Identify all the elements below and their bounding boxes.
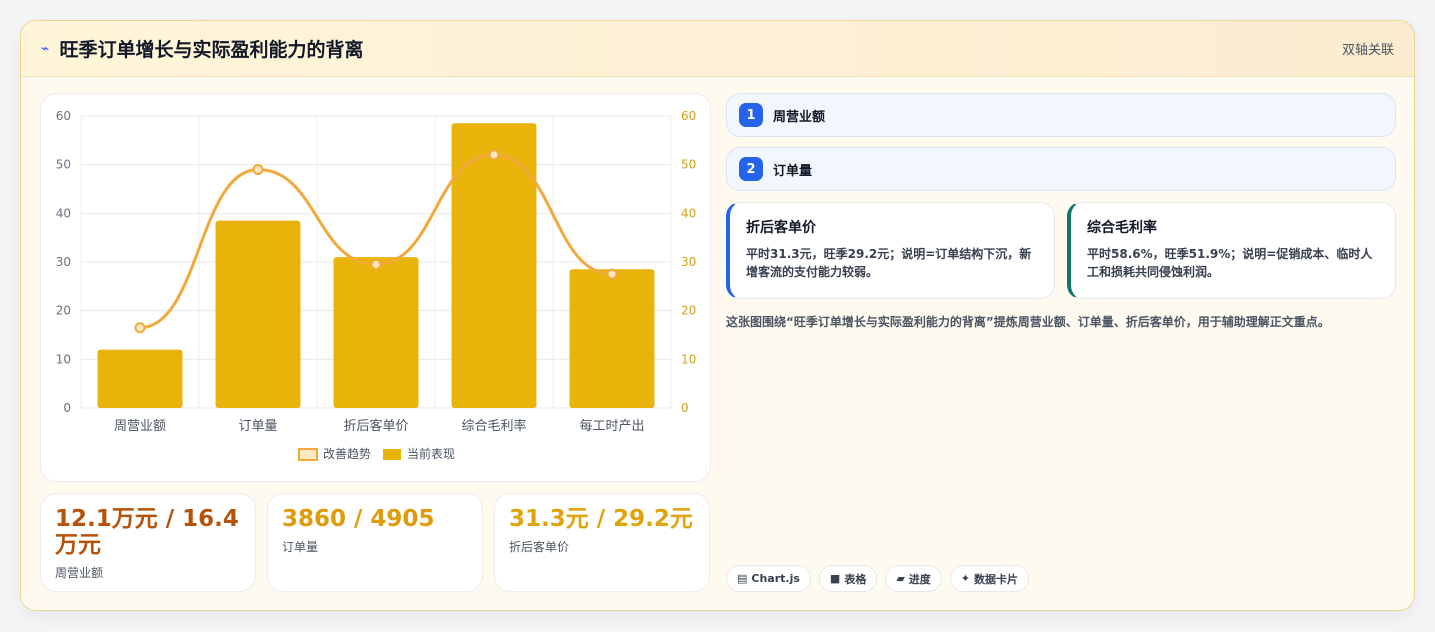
trend-point xyxy=(488,149,500,161)
stat-card-price: 31.3元 / 29.2元 折后客单价 xyxy=(494,493,710,592)
tag-chartjs[interactable]: ▤ Chart.js xyxy=(726,565,811,592)
legend-swatch-bar xyxy=(383,449,401,460)
table-icon: ■ xyxy=(829,572,841,585)
tag-label: 进度 xyxy=(908,572,931,586)
chart-note: 这张图围绕“旺季订单增长与实际盈利能力的背离”提炼周营业额、订单量、折后客单价，… xyxy=(726,315,1330,329)
tag-label: 数据卡片 xyxy=(974,572,1019,586)
detail-card-price: 折后客单价 平时31.3元，旺季29.2元；说明=订单结构下沉，新增客流的支付能… xyxy=(726,202,1055,299)
tag-label: Chart.js xyxy=(751,572,800,585)
chart-panel: 0 10 20 30 40 50 60 0 10 20 30 40 50 60 周营业额 订单量 折后客单价 综合… xyxy=(40,93,711,482)
y2-tick-label: 40 xyxy=(681,206,696,220)
legend-swatch-line xyxy=(298,448,318,461)
x-tick-label: 每工时产出 xyxy=(579,418,644,434)
detail-text: 平时58.6%，旺季51.9%；说明=促销成本、临时人工和损耗共同侵蚀利润。 xyxy=(1087,247,1373,279)
y2-tick-label: 30 xyxy=(681,255,696,269)
y-tick-label: 40 xyxy=(56,206,71,220)
detail-card-margin: 综合毛利率 平时58.6%，旺季51.9%；说明=促销成本、临时人工和损耗共同侵… xyxy=(1067,202,1396,299)
progress-icon: ▰ xyxy=(896,572,905,585)
stat-card-orders: 3860 / 4905 订单量 xyxy=(267,493,483,592)
x-tick-label: 综合毛利率 xyxy=(461,418,526,434)
detail-title: 折后客单价 xyxy=(746,220,816,236)
card-title: 旺季订单增长与实际盈利能力的背离 xyxy=(59,39,364,61)
bar xyxy=(569,269,655,408)
legend-label: 当前表现 xyxy=(407,446,455,461)
bar xyxy=(97,349,183,408)
stat-card-revenue: 12.1万元 / 16.4万元 周营业额 xyxy=(40,493,256,592)
tag-label: 表格 xyxy=(844,572,867,586)
y-tick-label: 20 xyxy=(56,304,71,318)
y2-tick-label: 10 xyxy=(681,352,696,366)
trend-icon: ⌁ xyxy=(41,40,50,57)
stat-label: 周营业额 xyxy=(55,566,104,580)
axis-tag: 双轴关联 xyxy=(1341,43,1394,58)
chart-icon: ▤ xyxy=(737,572,748,585)
card-header: ⌁ 旺季订单增长与实际盈利能力的背离 双轴关联 xyxy=(21,21,1414,77)
tag-datacard[interactable]: ✦ 数据卡片 xyxy=(949,565,1030,592)
list-item-orders[interactable]: 2 订单量 xyxy=(726,147,1396,191)
tag-list: ▤ Chart.js ■ 表格 ▰ 进度 ✦ 数据卡片 xyxy=(726,565,1030,592)
y2-tick-label: 50 xyxy=(681,158,696,172)
y-tick-label: 30 xyxy=(56,255,71,269)
tag-progress[interactable]: ▰ 进度 xyxy=(885,565,942,592)
stat-label: 订单量 xyxy=(282,540,319,554)
detail-title: 综合毛利率 xyxy=(1087,220,1157,236)
stat-label: 折后客单价 xyxy=(509,540,570,554)
list-item-label: 订单量 xyxy=(773,163,813,179)
x-tick-label: 周营业额 xyxy=(114,419,166,434)
y-tick-label: 60 xyxy=(56,109,71,123)
sparkle-icon: ✦ xyxy=(960,572,971,585)
insight-card: ⌁ 旺季订单增长与实际盈利能力的背离 双轴关联 0 10 20 30 40 50 60 0 10… xyxy=(20,20,1415,611)
x-tick-label: 折后客单价 xyxy=(343,418,408,434)
title-group: ⌁ 旺季订单增长与实际盈利能力的背离 xyxy=(41,35,363,62)
trend-point xyxy=(134,322,146,334)
x-tick-label: 订单量 xyxy=(238,419,277,434)
number-badge: 2 xyxy=(739,157,763,181)
tag-table[interactable]: ■ 表格 xyxy=(818,565,878,592)
y-tick-label: 10 xyxy=(56,352,71,366)
y2-tick-label: 0 xyxy=(681,401,689,415)
y-tick-label: 0 xyxy=(63,401,71,415)
bar xyxy=(333,257,419,408)
stat-value: 31.3元 / 29.2元 xyxy=(509,506,693,532)
legend-label: 改善趋势 xyxy=(323,446,371,461)
list-item-revenue[interactable]: 1 周营业额 xyxy=(726,93,1396,137)
y-tick-label: 50 xyxy=(56,158,71,172)
trend-point xyxy=(252,164,264,176)
bar xyxy=(215,220,301,408)
trend-point xyxy=(606,268,618,280)
trend-point xyxy=(370,258,382,270)
y2-tick-label: 60 xyxy=(681,109,696,123)
detail-text: 平时31.3元，旺季29.2元；说明=订单结构下沉，新增客流的支付能力较弱。 xyxy=(746,247,1032,279)
bar-line-chart: 0 10 20 30 40 50 60 0 10 20 30 40 50 60 周营业额 订单量 折后客单价 综合… xyxy=(56,109,696,461)
list-item-label: 周营业额 xyxy=(773,109,826,125)
stat-value: 12.1万元 / 16.4万元 xyxy=(55,506,239,558)
stat-value: 3860 / 4905 xyxy=(282,506,435,532)
y2-tick-label: 20 xyxy=(681,304,696,318)
number-badge: 1 xyxy=(739,103,763,127)
